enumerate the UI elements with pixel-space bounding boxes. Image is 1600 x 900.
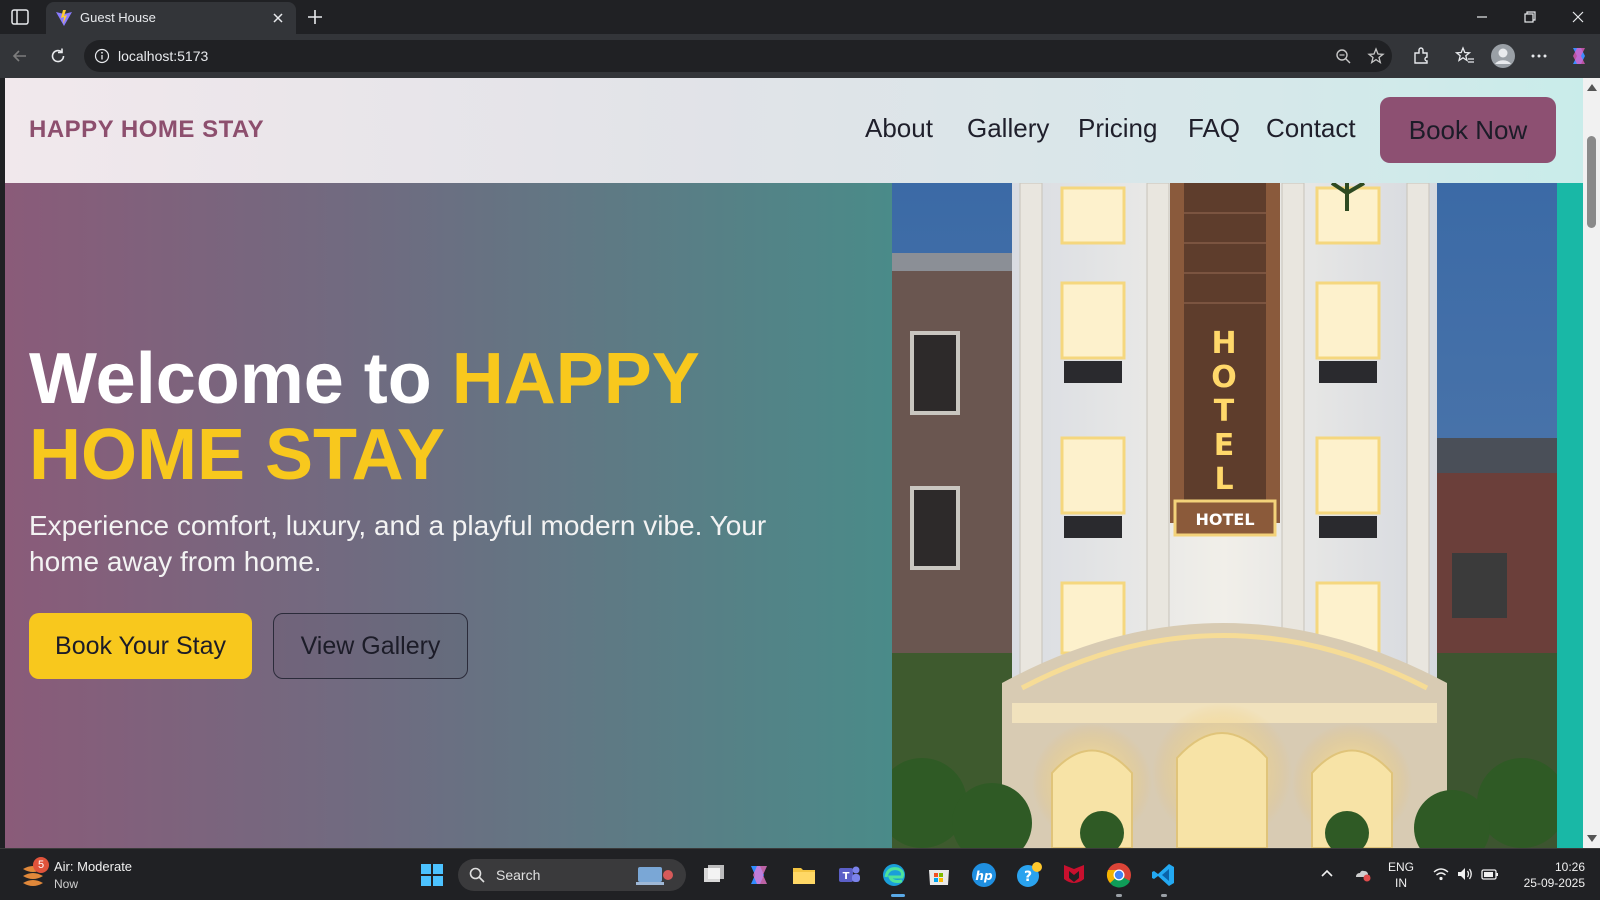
back-icon[interactable] <box>10 46 30 66</box>
chrome-icon[interactable] <box>1105 861 1133 889</box>
show-hidden-icons-icon[interactable] <box>1318 865 1336 883</box>
profile-avatar-icon[interactable] <box>1490 43 1516 69</box>
taskbar-search[interactable]: Search <box>458 859 686 891</box>
sign-letter: H <box>1211 326 1236 361</box>
copilot-app-icon[interactable] <box>745 861 773 889</box>
svg-text:hp: hp <box>975 869 993 883</box>
close-window-icon[interactable] <box>1569 8 1587 26</box>
site-info-icon[interactable] <box>94 48 110 64</box>
url-text: localhost:5173 <box>118 48 209 64</box>
favorite-star-icon[interactable] <box>1367 47 1385 65</box>
hero-text-panel: Welcome to HAPPY HOME STAY Experience co… <box>5 183 892 848</box>
tab-title: Guest House <box>80 10 156 25</box>
sidebar-toggle-icon[interactable] <box>10 7 30 27</box>
region-code: IN <box>1395 876 1407 890</box>
windows-taskbar: 5 Air: Moderate Now Search T hp ? ENG IN… <box>0 848 1600 900</box>
wifi-icon[interactable] <box>1432 865 1450 883</box>
onedrive-icon[interactable] <box>1353 865 1371 883</box>
copilot-icon[interactable] <box>1567 44 1591 68</box>
hero-hotel-image: H O T E L HOTEL <box>892 183 1557 848</box>
site-header: HAPPY HOME STAY About Gallery Pricing FA… <box>5 78 1583 183</box>
zoom-icon[interactable] <box>1334 47 1352 65</box>
hero-title-prefix: Welcome to <box>29 339 452 419</box>
view-gallery-button[interactable]: View Gallery <box>273 613 468 679</box>
sign-letter: T <box>1214 394 1235 429</box>
edge-browser-icon[interactable] <box>880 861 908 889</box>
hero-title: Welcome to HAPPY HOME STAY <box>29 341 889 493</box>
hero-accent-strip <box>1557 183 1583 848</box>
browser-toolbar: localhost:5173 <box>0 34 1600 78</box>
weather-title[interactable]: Air: Moderate <box>54 859 132 874</box>
clock-date: 25-09-2025 <box>1523 876 1585 890</box>
extensions-icon[interactable] <box>1411 46 1431 66</box>
minimize-icon[interactable] <box>1473 8 1491 26</box>
nav-pricing[interactable]: Pricing <box>1078 113 1157 144</box>
book-your-stay-button[interactable]: Book Your Stay <box>29 613 252 679</box>
volume-icon[interactable] <box>1456 865 1474 883</box>
task-view-icon[interactable] <box>700 861 728 889</box>
scroll-down-icon[interactable] <box>1587 835 1597 842</box>
close-tab-icon[interactable] <box>270 10 286 26</box>
mcafee-icon[interactable] <box>1060 861 1088 889</box>
hp-app-icon[interactable]: hp <box>970 861 998 889</box>
hotel-facade-illustration: H O T E L HOTEL <box>892 183 1557 848</box>
language-code: ENG <box>1388 860 1415 874</box>
hero-section: Welcome to HAPPY HOME STAY Experience co… <box>5 183 1583 848</box>
book-now-button[interactable]: Book Now <box>1380 97 1556 163</box>
weather-subtitle: Now <box>54 877 79 891</box>
address-bar[interactable]: localhost:5173 <box>84 40 1392 72</box>
system-clock[interactable]: 10:26 25-09-2025 <box>1515 859 1585 891</box>
sign-letter: L <box>1214 462 1233 497</box>
battery-icon[interactable] <box>1481 865 1499 883</box>
file-explorer-icon[interactable] <box>790 861 818 889</box>
teams-icon[interactable]: T <box>835 861 863 889</box>
help-app-icon[interactable]: ? <box>1015 861 1043 889</box>
svg-text:T: T <box>843 871 850 882</box>
nav-gallery[interactable]: Gallery <box>967 113 1049 144</box>
new-tab-icon[interactable] <box>305 7 325 27</box>
page-scrollbar[interactable] <box>1583 78 1600 848</box>
scroll-up-icon[interactable] <box>1587 84 1597 91</box>
vscode-running-indicator <box>1161 894 1167 897</box>
svg-text:?: ? <box>1024 869 1032 885</box>
refresh-icon[interactable] <box>48 46 68 66</box>
browser-tab-bar: Guest House <box>0 0 1600 34</box>
hero-subtitle: Experience comfort, luxury, and a playfu… <box>29 510 767 577</box>
search-label: Search <box>496 867 541 883</box>
restore-icon[interactable] <box>1521 8 1539 26</box>
nav-faq[interactable]: FAQ <box>1188 113 1240 144</box>
windows-start-icon[interactable] <box>418 861 446 889</box>
more-options-icon[interactable] <box>1529 46 1549 66</box>
clock-time: 10:26 <box>1554 860 1585 874</box>
scrollbar-thumb[interactable] <box>1587 136 1596 228</box>
nav-contact[interactable]: Contact <box>1266 113 1356 144</box>
microsoft-store-icon[interactable] <box>925 861 953 889</box>
chrome-running-indicator <box>1116 894 1122 897</box>
favorites-icon[interactable] <box>1455 46 1475 66</box>
language-indicator[interactable]: ENG IN <box>1388 859 1414 891</box>
vite-favicon-icon <box>56 10 72 26</box>
search-highlight-icon <box>636 867 673 885</box>
search-icon <box>469 867 485 883</box>
sign-letter: O <box>1211 360 1237 395</box>
sign-letter: E <box>1214 428 1235 463</box>
browser-tab[interactable]: Guest House <box>46 2 296 34</box>
hotel-sign-label: HOTEL <box>1195 510 1254 529</box>
page-viewport: HAPPY HOME STAY About Gallery Pricing FA… <box>5 78 1583 848</box>
site-logo[interactable]: HAPPY HOME STAY <box>29 116 264 144</box>
edge-active-indicator <box>891 894 905 897</box>
air-quality-badge: 5 <box>33 857 49 873</box>
vscode-icon[interactable] <box>1150 861 1178 889</box>
nav-about[interactable]: About <box>865 113 933 144</box>
